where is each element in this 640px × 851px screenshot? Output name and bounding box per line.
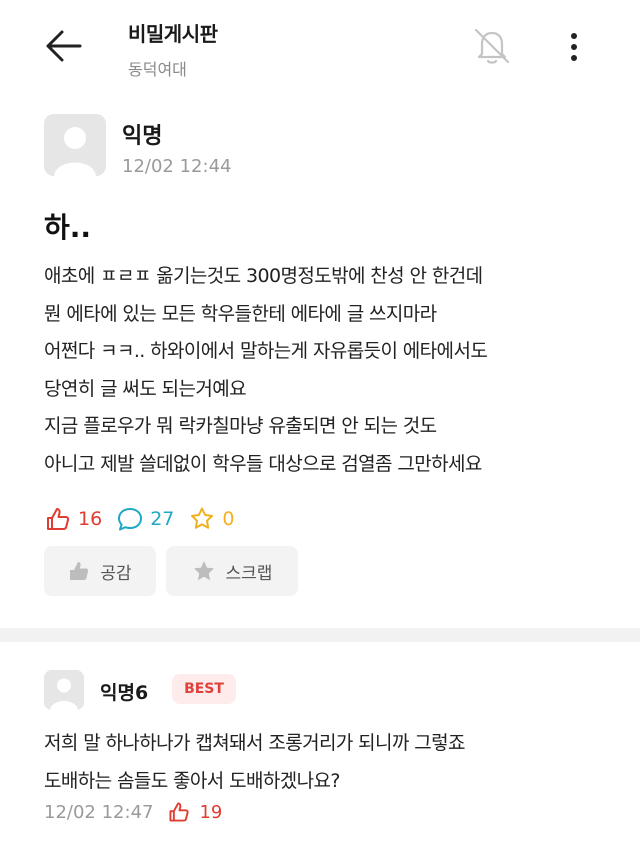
like-count-value: 16: [78, 508, 103, 530]
avatar: [44, 114, 106, 176]
more-options-button[interactable]: [560, 26, 588, 70]
bell-off-icon: [474, 28, 510, 64]
notification-toggle-button[interactable]: [468, 22, 516, 70]
section-divider: [0, 628, 640, 642]
post-author: 익명: [122, 124, 163, 149]
thumbs-up-icon: [169, 802, 190, 822]
back-button[interactable]: [40, 24, 88, 68]
post-title: 하..: [44, 211, 92, 244]
speech-bubble-icon: [118, 508, 143, 531]
default-avatar-icon: [44, 670, 84, 710]
comment-body: 저희 말 하나하나가 캡쳐돼서 조롱거리가 되니까 그렇죠 도배하는 솜들도 좋…: [44, 732, 465, 792]
star-icon: [191, 507, 214, 529]
scrap-count-value: 0: [222, 508, 235, 530]
comment-author: 익명6: [100, 682, 149, 704]
comment-timestamp: 12/02 12:47: [44, 801, 154, 823]
comment-count: 27: [116, 505, 174, 533]
more-vertical-icon: [571, 33, 577, 61]
comment-like-count-value: 19: [199, 801, 223, 823]
comment-count-value: 27: [150, 508, 175, 530]
post-stats: 16 27 0: [44, 504, 248, 534]
default-avatar-icon: [44, 114, 106, 176]
star-icon: [193, 561, 214, 581]
back-arrow-icon: [46, 30, 82, 62]
scrap-count: 0: [188, 505, 234, 533]
comment-like-count: 19: [167, 800, 222, 824]
post-actions: 공감 스크랩: [44, 546, 308, 596]
best-badge: BEST: [172, 674, 236, 704]
scrap-button-label: 스크랩: [225, 563, 273, 584]
board-title: 비밀게시판: [128, 22, 218, 46]
like-count: 16: [44, 505, 102, 533]
post-body: 애초에 ㅍㄹㅍ 옮기는것도 300명정도밖에 찬성 안 한건데 뭔 에타에 있는…: [44, 265, 488, 475]
like-button[interactable]: 공감: [44, 546, 156, 596]
like-button-label: 공감: [100, 563, 132, 584]
post-timestamp: 12/02 12:44: [122, 156, 232, 177]
school-name: 동덕여대: [128, 60, 187, 79]
comment-avatar: [44, 670, 84, 710]
thumbs-up-icon: [47, 508, 70, 530]
top-bar: 비밀게시판 동덕여대: [0, 0, 640, 100]
scrap-button[interactable]: 스크랩: [166, 546, 298, 596]
thumbs-up-icon: [70, 562, 89, 580]
comment-meta: 12/02 12:47 19: [44, 800, 222, 824]
